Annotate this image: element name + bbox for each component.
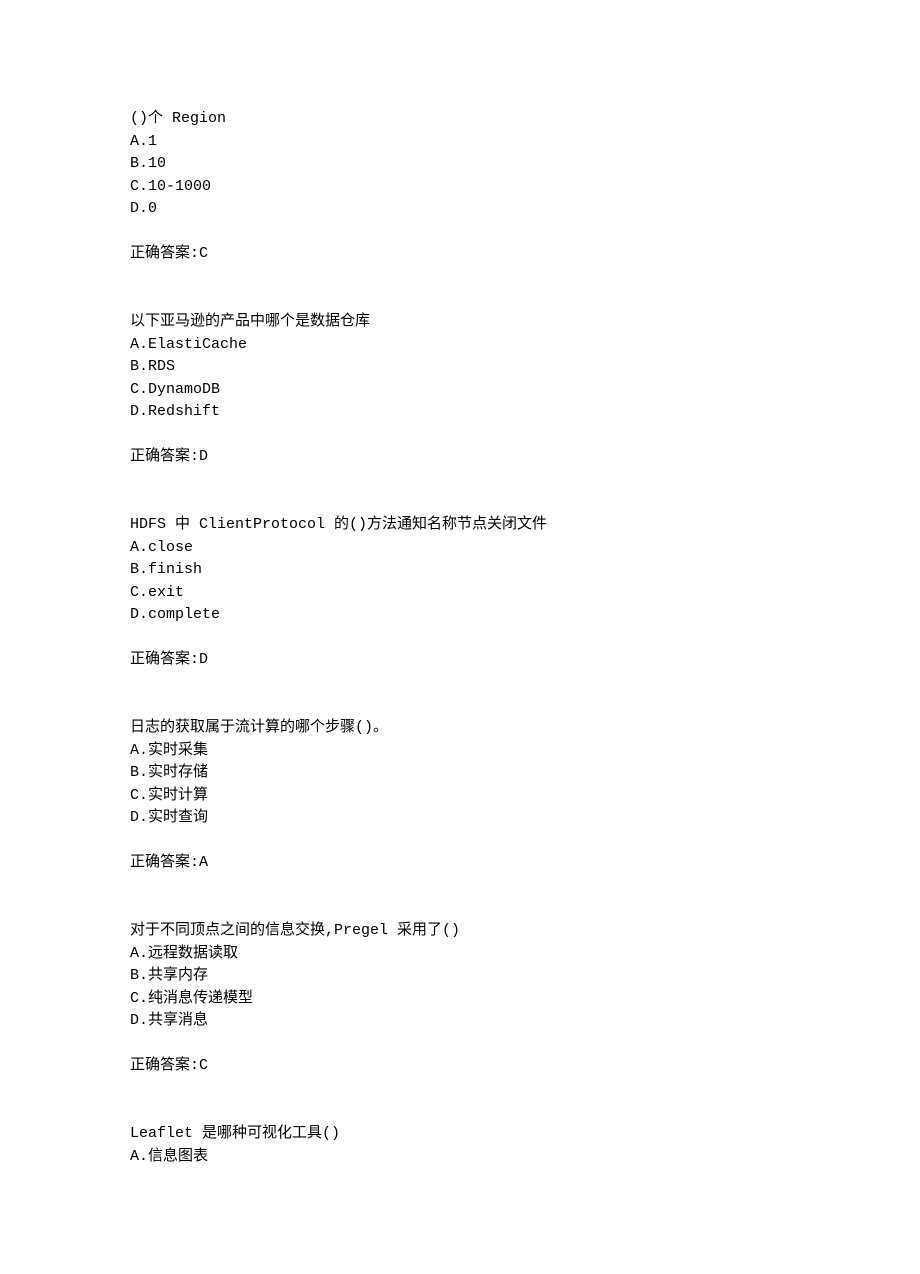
question-block: 对于不同顶点之间的信息交换,Pregel 采用了() A.远程数据读取 B.共享… [130, 920, 790, 1077]
question-option: C.exit [130, 582, 790, 605]
question-option: B.10 [130, 153, 790, 176]
correct-answer: 正确答案:C [130, 243, 790, 266]
question-option: A.信息图表 [130, 1146, 790, 1169]
question-option: B.共享内存 [130, 965, 790, 988]
question-option: A.实时采集 [130, 740, 790, 763]
question-option: A.close [130, 537, 790, 560]
question-option: D.实时查询 [130, 807, 790, 830]
question-stem: 对于不同顶点之间的信息交换,Pregel 采用了() [130, 920, 790, 943]
question-option: B.实时存储 [130, 762, 790, 785]
question-stem: 以下亚马逊的产品中哪个是数据仓库 [130, 311, 790, 334]
question-option: B.finish [130, 559, 790, 582]
question-stem: HDFS 中 ClientProtocol 的()方法通知名称节点关闭文件 [130, 514, 790, 537]
question-stem: ()个 Region [130, 108, 790, 131]
question-option: A.ElastiCache [130, 334, 790, 357]
correct-answer: 正确答案:D [130, 446, 790, 469]
question-option: D.Redshift [130, 401, 790, 424]
question-option: B.RDS [130, 356, 790, 379]
question-option: D.共享消息 [130, 1010, 790, 1033]
question-stem: Leaflet 是哪种可视化工具() [130, 1123, 790, 1146]
question-block: Leaflet 是哪种可视化工具() A.信息图表 [130, 1123, 790, 1168]
question-option: C.纯消息传递模型 [130, 988, 790, 1011]
correct-answer: 正确答案:A [130, 852, 790, 875]
question-option: A.1 [130, 131, 790, 154]
question-block: HDFS 中 ClientProtocol 的()方法通知名称节点关闭文件 A.… [130, 514, 790, 671]
correct-answer: 正确答案:D [130, 649, 790, 672]
question-block: 日志的获取属于流计算的哪个步骤()。 A.实时采集 B.实时存储 C.实时计算 … [130, 717, 790, 874]
question-option: A.远程数据读取 [130, 943, 790, 966]
question-block: 以下亚马逊的产品中哪个是数据仓库 A.ElastiCache B.RDS C.D… [130, 311, 790, 468]
question-option: D.complete [130, 604, 790, 627]
correct-answer: 正确答案:C [130, 1055, 790, 1078]
question-block: ()个 Region A.1 B.10 C.10-1000 D.0 正确答案:C [130, 108, 790, 265]
question-option: C.DynamoDB [130, 379, 790, 402]
question-stem: 日志的获取属于流计算的哪个步骤()。 [130, 717, 790, 740]
document-page: ()个 Region A.1 B.10 C.10-1000 D.0 正确答案:C… [0, 0, 920, 1274]
question-option: C.实时计算 [130, 785, 790, 808]
question-option: D.0 [130, 198, 790, 221]
question-option: C.10-1000 [130, 176, 790, 199]
